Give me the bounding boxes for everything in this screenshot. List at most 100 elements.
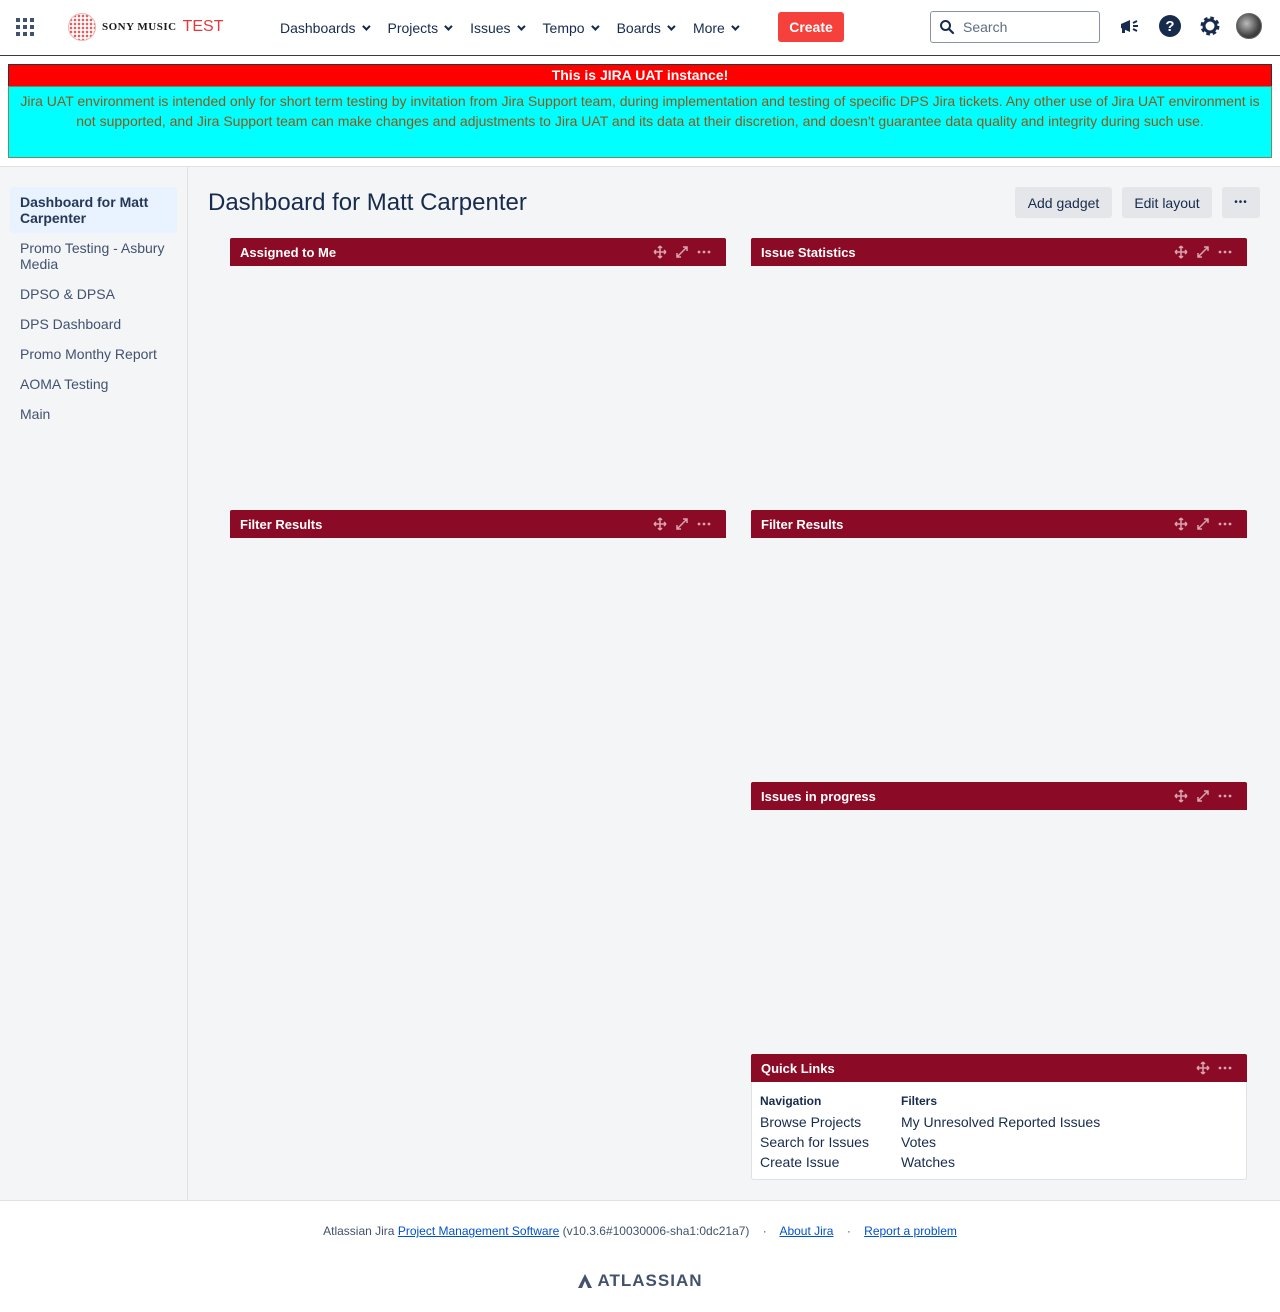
add-gadget-button[interactable]: Add gadget [1015, 187, 1112, 218]
gadget-assigned-to-me: Assigned to Me [230, 238, 726, 266]
top-navigation: SONY MUSIC TEST Dashboards Projects Issu… [0, 0, 1280, 56]
page-footer: Atlassian Jira Project Management Softwa… [0, 1200, 1280, 1312]
home-logo[interactable]: SONY MUSIC TEST [68, 12, 223, 42]
gadget-title: Filter Results [761, 516, 844, 532]
nav-boards[interactable]: Boards [607, 12, 683, 44]
user-avatar[interactable] [1236, 13, 1262, 39]
gadget-issue-statistics: Issue Statistics [751, 238, 1247, 266]
move-icon[interactable] [1195, 1060, 1211, 1076]
nav-projects-label: Projects [387, 19, 439, 36]
gadget-filter-results-right: Filter Results [751, 510, 1247, 538]
gadget-header: Issue Statistics [751, 238, 1247, 266]
nav-tempo-label: Tempo [542, 19, 585, 36]
search-for-issues-link[interactable]: Search for Issues [760, 1132, 901, 1152]
atlassian-wordmark: ATLASSIAN [597, 1271, 703, 1290]
sidebar-item-matt-carpenter[interactable]: Dashboard for Matt Carpenter [10, 187, 177, 233]
watches-link[interactable]: Watches [901, 1152, 1141, 1172]
gadget-header: Quick Links [751, 1054, 1247, 1082]
nav-issues[interactable]: Issues [460, 12, 532, 44]
quick-links-navigation-heading: Navigation [760, 1094, 822, 1108]
nav-boards-label: Boards [616, 19, 661, 36]
gadget-title: Issues in progress [761, 788, 876, 804]
more-options-icon[interactable] [1217, 516, 1233, 532]
nav-tempo[interactable]: Tempo [533, 12, 607, 44]
move-icon[interactable] [1173, 516, 1189, 532]
more-options-icon[interactable] [696, 244, 712, 260]
browse-projects-link[interactable]: Browse Projects [760, 1112, 901, 1132]
move-icon[interactable] [652, 516, 668, 532]
expand-icon[interactable] [1195, 244, 1211, 260]
main-content: Dashboard for Matt Carpenter Promo Testi… [0, 166, 1280, 1201]
uat-warning-title: This is JIRA UAT instance! [8, 64, 1272, 87]
gadget-quick-links: Quick Links Navigation Browse Projects S… [751, 1054, 1247, 1180]
move-icon[interactable] [652, 244, 668, 260]
gadget-issues-in-progress: Issues in progress [751, 782, 1247, 810]
votes-link[interactable]: Votes [901, 1132, 1141, 1152]
expand-icon[interactable] [674, 244, 690, 260]
gadget-title: Quick Links [761, 1060, 835, 1076]
uat-warning-message: Jira UAT environment is intended only fo… [8, 86, 1272, 158]
expand-icon[interactable] [674, 516, 690, 532]
atlassian-mark-icon [578, 1274, 593, 1288]
more-actions-button[interactable]: ••• [1222, 187, 1260, 218]
footer-info: Atlassian Jira Project Management Softwa… [0, 1224, 1280, 1238]
sidebar-item-promo-testing[interactable]: Promo Testing - Asbury Media [10, 233, 177, 279]
chevron-down-icon [361, 21, 371, 31]
nav-more[interactable]: More [683, 12, 747, 44]
footer-separator: · [846, 1224, 851, 1238]
quick-links-filters-heading: Filters [901, 1094, 938, 1108]
more-options-icon[interactable] [1217, 1060, 1233, 1076]
sidebar-item-promo-monthly-report[interactable]: Promo Monthy Report [10, 339, 177, 369]
my-unresolved-reported-issues-link[interactable]: My Unresolved Reported Issues [901, 1112, 1141, 1132]
settings-gear-icon[interactable] [1196, 12, 1224, 40]
announcement-megaphone-icon[interactable] [1116, 12, 1144, 40]
atlassian-logo[interactable]: ATLASSIAN [0, 1271, 1280, 1291]
report-a-problem-link[interactable]: Report a problem [864, 1224, 957, 1238]
more-options-icon[interactable] [696, 516, 712, 532]
gadget-header: Filter Results [230, 510, 726, 538]
about-jira-link[interactable]: About Jira [779, 1224, 833, 1238]
more-options-icon[interactable] [1217, 788, 1233, 804]
move-icon[interactable] [1173, 244, 1189, 260]
footer-version: (v10.3.6#10030006-sha1:0dc21a7) [562, 1224, 750, 1238]
expand-icon[interactable] [1195, 516, 1211, 532]
more-options-icon[interactable] [1217, 244, 1233, 260]
page-title: Dashboard for Matt Carpenter [208, 189, 527, 216]
sidebar-item-aoma-testing[interactable]: AOMA Testing [10, 369, 177, 399]
footer-separator: · [762, 1224, 767, 1238]
gadget-title: Assigned to Me [240, 244, 337, 260]
search-input[interactable] [963, 19, 1083, 35]
sidebar-item-dps-dashboard[interactable]: DPS Dashboard [10, 309, 177, 339]
brand-name: SONY MUSIC [102, 21, 177, 33]
search-box[interactable] [930, 11, 1100, 43]
create-button[interactable]: Create [778, 12, 844, 42]
footer-prefix: Atlassian Jira [323, 1224, 395, 1238]
nav-dashboards[interactable]: Dashboards [270, 12, 378, 44]
move-icon[interactable] [1173, 788, 1189, 804]
gadget-title: Filter Results [240, 516, 323, 532]
create-issue-link[interactable]: Create Issue [760, 1152, 901, 1172]
chevron-down-icon [444, 21, 453, 31]
dashboard-sidebar: Dashboard for Matt Carpenter Promo Testi… [0, 167, 188, 1201]
gadget-title: Issue Statistics [761, 244, 856, 260]
gadget-filter-results-left: Filter Results [230, 510, 726, 538]
quick-links-filters: Filters My Unresolved Reported Issues Vo… [901, 1092, 1141, 1172]
nav-projects[interactable]: Projects [378, 12, 461, 44]
sidebar-item-dpso-dpsa[interactable]: DPSO & DPSA [10, 279, 177, 309]
app-switcher-icon[interactable] [16, 18, 34, 36]
environment-label: TEST [182, 18, 224, 35]
sidebar-item-main[interactable]: Main [10, 399, 177, 429]
nav-dashboards-label: Dashboards [280, 19, 356, 36]
svg-text:?: ? [1165, 18, 1174, 35]
primary-menu: Dashboards Projects Issues Tempo Boards … [270, 0, 747, 55]
edit-layout-button[interactable]: Edit layout [1122, 187, 1212, 218]
quick-links-navigation: Navigation Browse Projects Search for Is… [760, 1092, 901, 1172]
sony-music-logo-icon [68, 13, 96, 41]
help-icon[interactable]: ? [1156, 12, 1184, 40]
chevron-down-icon [516, 21, 526, 31]
chevron-down-icon [731, 21, 740, 31]
expand-icon[interactable] [1195, 788, 1211, 804]
gadget-header: Issues in progress [751, 782, 1247, 810]
project-management-software-link[interactable]: Project Management Software [398, 1224, 559, 1238]
quick-links-body: Navigation Browse Projects Search for Is… [751, 1082, 1247, 1180]
